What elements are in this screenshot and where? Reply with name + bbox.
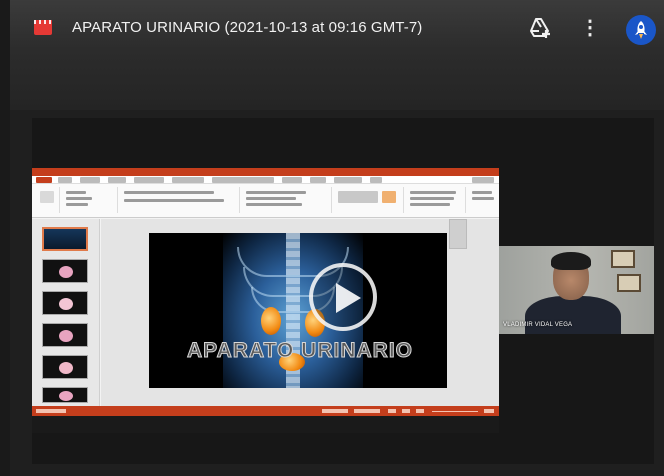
current-slide: APARATO URINARIO	[149, 233, 447, 388]
thumbnail-slide	[42, 355, 88, 379]
slide-placeholder	[449, 219, 467, 249]
more-vert-icon[interactable]: ⋮	[580, 17, 600, 39]
slide-title: APARATO URINARIO	[187, 339, 413, 363]
slide-canvas: APARATO URINARIO	[101, 219, 499, 406]
avatar[interactable]	[626, 15, 656, 45]
screen-share: APARATO URINARIO	[32, 168, 499, 433]
player-header: APARATO URINARIO (2021-10-13 at 09:16 GM…	[10, 0, 664, 110]
wall-picture	[617, 274, 641, 292]
powerpoint-statusbar	[32, 406, 499, 416]
add-to-drive-icon[interactable]	[528, 17, 552, 39]
participant-hair	[551, 252, 591, 270]
powerpoint-titlebar	[32, 168, 499, 176]
ribbon-tabs	[32, 176, 499, 184]
video-file-icon	[34, 20, 52, 35]
ribbon	[32, 184, 499, 218]
play-icon[interactable]	[309, 263, 377, 331]
participant-video: VLADIMIR VIDAL VEGA	[499, 246, 654, 334]
slide-thumbnails	[32, 219, 100, 406]
rocket-icon	[635, 21, 647, 39]
share-bottom-bar	[32, 416, 499, 433]
thumbnail-slide	[42, 387, 88, 403]
thumbnail-slide	[42, 227, 88, 251]
recording-title: APARATO URINARIO (2021-10-13 at 09:16 GM…	[72, 19, 423, 36]
thumbnail-slide	[42, 259, 88, 283]
wall-picture	[611, 250, 635, 268]
participant-name: VLADIMIR VIDAL VEGA	[503, 322, 573, 328]
thumbnail-slide	[42, 291, 88, 315]
thumbnail-slide	[42, 323, 88, 347]
participant-body	[525, 296, 621, 334]
video-content[interactable]: APARATO URINARIO VLADIMIR VIDAL VEGA	[32, 118, 654, 464]
